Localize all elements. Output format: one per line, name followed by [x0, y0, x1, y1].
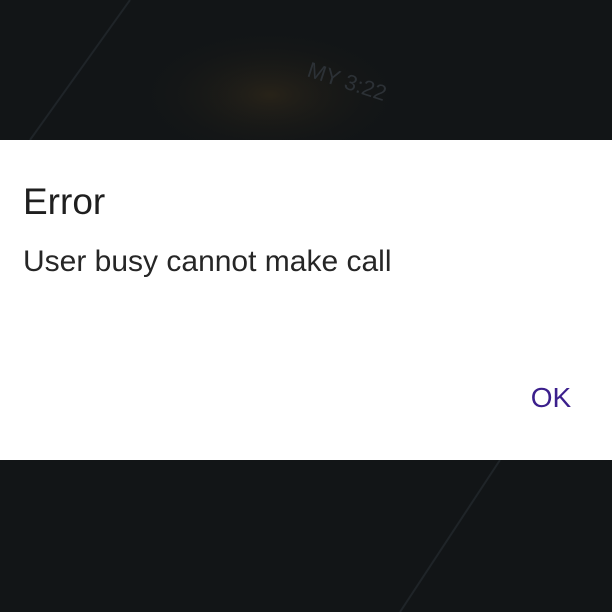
ok-button[interactable]: OK	[520, 376, 582, 420]
dialog-message: User busy cannot make call	[23, 245, 392, 278]
dialog-title: Error	[23, 181, 106, 222]
background-line	[29, 0, 131, 141]
screen: MY 3:22 Error User busy cannot make call…	[0, 0, 612, 612]
background-line	[399, 459, 501, 612]
